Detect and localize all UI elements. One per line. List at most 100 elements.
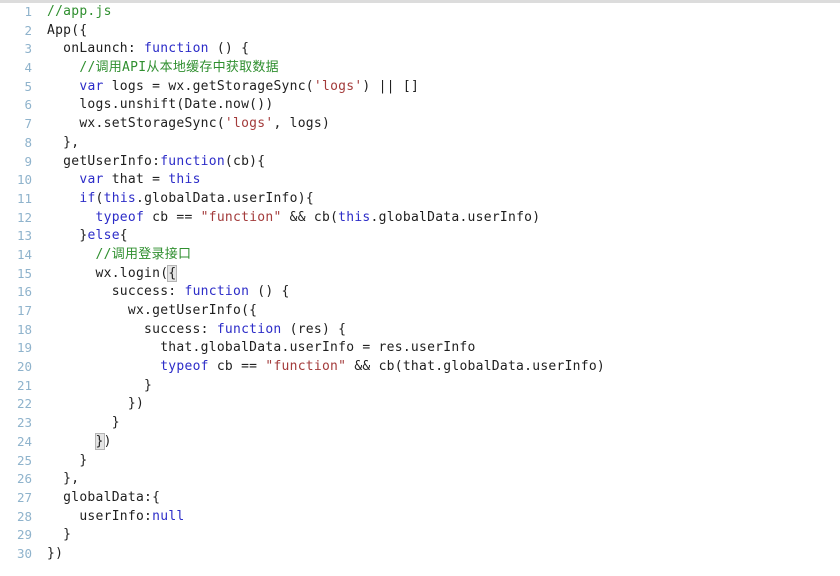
code-line[interactable]: 20 typeof cb == "function" && cb(that.gl… [0, 358, 840, 377]
code-line[interactable]: 9 getUserInfo:function(cb){ [0, 153, 840, 172]
code-token-this: this [168, 172, 201, 188]
code-token-plain: getUserInfo: [47, 153, 161, 169]
code-token-keyword: function [160, 153, 225, 169]
line-number: 14 [16, 246, 32, 262]
line-number: 27 [16, 489, 32, 505]
code-token-plain: { [119, 228, 128, 244]
code-token-plain: wx.setStorageSync( [47, 116, 225, 132]
code-line[interactable]: 30}) [0, 545, 840, 564]
code-token-comment: //调用API从本地缓存中获取数据 [79, 60, 279, 76]
line-source: success: function (res) { [47, 321, 346, 340]
code-token-plain: && cb( [281, 209, 339, 225]
line-source: wx.getUserInfo({ [47, 302, 257, 321]
code-line[interactable]: 25 } [0, 452, 840, 471]
line-number: 23 [16, 415, 32, 431]
code-line[interactable]: 8 }, [0, 134, 840, 153]
code-line[interactable]: 24 }) [0, 432, 840, 452]
code-line[interactable]: 19 that.globalData.userInfo = res.userIn… [0, 339, 840, 358]
code-line[interactable]: 11 if(this.globalData.userInfo){ [0, 190, 840, 209]
code-editor[interactable]: 1 //app.js 2 App({3 onLaunch: function () {… [0, 0, 840, 576]
code-token-string: "function" [265, 359, 347, 375]
code-line[interactable]: 2 App({ [0, 22, 840, 41]
code-line[interactable]: 3 onLaunch: function () { [0, 40, 840, 59]
line-source: success: function () { [47, 283, 290, 302]
code-line[interactable]: 4 //调用API从本地缓存中获取数据 [0, 59, 840, 78]
code-token-plain: , logs) [273, 116, 331, 132]
code-token-plain: }) [47, 545, 64, 561]
line-number: 28 [16, 508, 32, 524]
line-number: 21 [16, 377, 32, 393]
line-source: getUserInfo:function(cb){ [47, 153, 265, 172]
code-token-plain: } [47, 228, 88, 244]
line-source: }) [47, 395, 144, 414]
code-line[interactable]: 23 } [0, 414, 840, 433]
line-source: }, [47, 470, 79, 489]
code-token-keyword: if [79, 190, 96, 206]
code-token-comment: //调用登录接口 [95, 246, 192, 262]
code-line[interactable]: 28 userInfo:null [0, 508, 840, 527]
code-token-this: this [103, 190, 136, 206]
line-number: 22 [16, 396, 32, 412]
code-line[interactable]: 6 logs.unshift(Date.now()) [0, 96, 840, 115]
code-content-area[interactable]: 1 //app.js 2 App({3 onLaunch: function () {… [0, 3, 840, 576]
code-token-plain: }, [47, 134, 80, 150]
code-line[interactable]: 17 wx.getUserInfo({ [0, 302, 840, 321]
line-number: 12 [16, 209, 32, 225]
code-line[interactable]: 29 } [0, 526, 840, 545]
code-line[interactable]: 12 typeof cb == "function" && cb(this.gl… [0, 209, 840, 228]
line-number: 26 [16, 471, 32, 487]
code-token-plain: .globalData.userInfo) [370, 209, 541, 225]
line-source: } [47, 414, 120, 433]
code-line[interactable]: 27 globalData:{ [0, 489, 840, 508]
line-number: 1 [24, 4, 32, 19]
line-number: 6 [24, 97, 32, 113]
code-line[interactable]: 22 }) [0, 395, 840, 414]
code-token-keyword: function [184, 284, 250, 300]
code-token-keyword: typeof [160, 359, 209, 375]
line-source: globalData:{ [47, 489, 160, 508]
bracket-match-highlight: } [94, 432, 105, 450]
line-number: 17 [16, 303, 32, 318]
code-line[interactable]: 13 }else{ [0, 227, 840, 246]
line-number: 8 [24, 134, 32, 150]
line-number: 7 [24, 116, 32, 132]
code-line[interactable]: 15 wx.login({ [0, 264, 840, 284]
code-token-plain: (res) { [281, 321, 347, 337]
code-line[interactable]: 16 success: function () { [0, 283, 840, 302]
code-token-keyword: var [79, 172, 104, 188]
line-number: 16 [16, 284, 32, 300]
code-token-plain: success: [47, 321, 217, 337]
code-token-plain: wx.login( [47, 265, 169, 281]
code-line[interactable]: 1 //app.js [0, 3, 840, 22]
code-line[interactable]: 18 success: function (res) { [0, 321, 840, 340]
code-token-plain: } [47, 452, 88, 468]
code-line[interactable]: 7 wx.setStorageSync('logs', logs) [0, 115, 840, 134]
line-source: App({ [47, 22, 87, 41]
code-line[interactable]: 10 var that = this [0, 171, 840, 190]
line-source: wx.setStorageSync('logs', logs) [47, 115, 330, 134]
line-source: //调用API从本地缓存中获取数据 [47, 59, 279, 78]
code-token-literal: null [152, 508, 185, 524]
code-token-plain: cb == [144, 209, 201, 225]
line-number: 10 [16, 172, 32, 188]
code-line[interactable]: 21 } [0, 377, 840, 396]
code-token-plain: wx.getUserInfo({ [47, 303, 258, 318]
line-number: 15 [16, 265, 32, 281]
line-source: } [47, 526, 71, 545]
code-token-plain: .globalData.userInfo){ [136, 190, 314, 206]
line-source: typeof cb == "function" && cb(this.globa… [47, 209, 541, 228]
code-line[interactable]: 5 var logs = wx.getStorageSync('logs') |… [0, 78, 840, 97]
code-line[interactable]: 14 //调用登录接口 [0, 246, 840, 265]
code-line[interactable]: 26 }, [0, 470, 840, 489]
code-token-plain: App({ [47, 22, 88, 38]
code-token-plain: logs.unshift(Date.now()) [47, 97, 274, 113]
code-token-keyword: var [79, 78, 104, 94]
code-token-plain: success: [47, 284, 185, 300]
code-token-plain: () { [249, 284, 290, 300]
line-source: //app.js [47, 3, 112, 22]
